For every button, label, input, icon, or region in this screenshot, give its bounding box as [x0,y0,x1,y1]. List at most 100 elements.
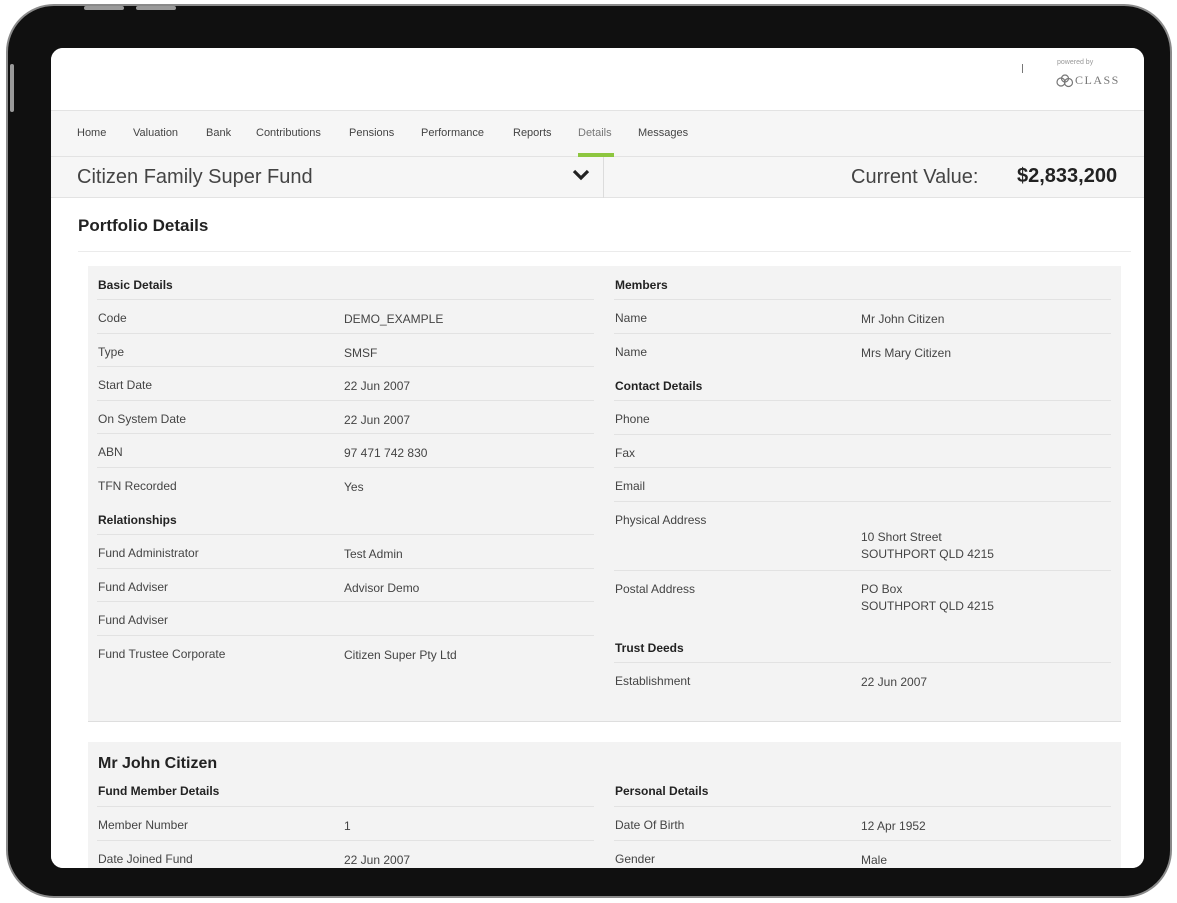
detail-row: Email [614,468,1111,502]
email-label: Email [615,479,646,493]
detail-row: Fund Adviser Advisor Demo [97,569,594,602]
row-value: Yes [344,479,364,494]
detail-row: On System Date 22 Jun 2007 [97,401,594,434]
postal-address-value: PO Box SOUTHPORT QLD 4215 [861,581,994,615]
detail-row: Type SMSF [97,334,594,367]
fund-member-details-heading: Fund Member Details [98,784,220,798]
tablet-side-button [10,64,14,112]
title-divider [78,251,1131,252]
row-label: Member Number [98,818,189,832]
nav-valuation[interactable]: Valuation [133,127,178,139]
basic-details-heading: Basic Details [98,278,173,292]
row-label: Name [615,344,648,359]
right-column: Members Name Mr John Citizen Name Mrs Mary… [614,266,1111,696]
nav-bank[interactable]: Bank [206,127,231,139]
row-value: 22 Jun 2007 [861,674,928,689]
detail-row: TFN Recorded Yes [97,468,594,502]
row-label: Date Of Birth [615,818,685,832]
current-value: $2,833,200 [1017,165,1118,187]
top-header: powered by CLASS [51,48,1144,110]
row-value: SMSF [344,345,378,360]
detail-row: Name Mr John Citizen [614,300,1111,334]
member-name: Mr John Citizen [98,755,218,772]
detail-row: Fund Administrator Test Admin [97,535,594,569]
class-logo-icon [1056,73,1074,87]
nav-contributions[interactable]: Contributions [256,127,321,139]
tablet-top-button [84,6,124,10]
row-value: DEMO_EXAMPLE [344,312,444,326]
detail-row: Code DEMO_EXAMPLE [97,300,594,334]
tablet-top-button [136,6,176,10]
row-label: Fund Administrator [98,546,199,560]
detail-row: Fax [614,435,1111,468]
fund-name: Citizen Family Super Fund [77,166,313,188]
nav-home[interactable]: Home [77,127,106,139]
nav-messages[interactable]: Messages [638,127,688,139]
physical-address-value: 10 Short Street SOUTHPORT QLD 4215 [861,529,994,563]
phone-label: Phone [615,412,650,426]
detail-row: Date Joined Fund 22 Jun 2007 [97,841,594,869]
row-label: ABN [98,445,123,459]
row-label: Fund Adviser [98,613,169,627]
detail-row: Gender Male [614,841,1111,869]
row-value: Citizen Super Pty Ltd [344,647,457,662]
row-label: Establishment [615,673,691,688]
section-heading: Basic Details [97,266,594,300]
tablet-frame: powered by CLASS Home Valuation Bank Con… [6,4,1172,898]
detail-row: Postal Address PO Box SOUTHPORT QLD 4215 [614,571,1111,629]
detail-row: Phone [614,401,1111,435]
relationships-heading: Relationships [98,513,177,527]
detail-row: Physical Address 10 Short Street SOUTHPO… [614,502,1111,571]
fax-label: Fax [615,445,636,460]
row-value: 22 Jun 2007 [344,379,411,393]
section-heading: Relationships [97,501,594,535]
address-line: SOUTHPORT QLD 4215 [861,546,994,561]
nav-details[interactable]: Details [578,127,612,139]
row-value: Mrs Mary Citizen [861,345,952,360]
row-label: TFN Recorded [98,478,177,493]
row-value: 22 Jun 2007 [344,852,411,867]
row-value: Male [861,852,888,867]
address-line: 10 Short Street [861,529,942,544]
class-logo: CLASS [1056,73,1120,88]
member-right-column: Personal Details Date Of Birth 12 Apr 195… [614,779,1111,868]
trust-deeds-heading: Trust Deeds [615,640,684,655]
row-label: Type [98,344,125,359]
row-label: Gender [615,851,656,866]
class-logo-text: CLASS [1075,73,1120,87]
detail-row: Start Date 22 Jun 2007 [97,367,594,401]
left-column: Basic Details Code DEMO_EXAMPLE Type SMSF … [97,266,594,669]
nav-reports[interactable]: Reports [513,127,552,139]
portfolio-details-panel: Basic Details Code DEMO_EXAMPLE Type SMSF … [88,266,1121,722]
header-divider [1022,64,1023,73]
row-label: Code [98,311,127,325]
detail-row: Fund Trustee Corporate Citizen Super Pty … [97,636,594,670]
main-content: Portfolio Details Basic Details Code DEMO… [51,198,1144,868]
row-value: 22 Jun 2007 [344,412,411,427]
row-label: Start Date [98,378,153,392]
row-label: On System Date [98,411,187,426]
row-label: Fund Trustee Corporate [98,646,226,661]
row-value: Mr John Citizen [861,312,945,326]
chevron-down-icon[interactable] [572,168,590,182]
fund-bar: Citizen Family Super Fund Current Value:… [51,157,1144,198]
section-heading: Contact Details [614,367,1111,401]
members-heading: Members [615,278,668,292]
nav-performance[interactable]: Performance [421,127,484,139]
section-heading: Fund Member Details [97,779,594,807]
app-screen: powered by CLASS Home Valuation Bank Con… [51,48,1144,868]
detail-row: Member Number 1 [97,807,594,841]
nav-pensions[interactable]: Pensions [349,127,394,139]
personal-details-heading: Personal Details [615,784,709,798]
row-label: Fund Adviser [98,579,169,594]
page-title: Portfolio Details [78,216,209,235]
row-label: Name [615,311,648,325]
powered-by-text: powered by [1057,59,1094,66]
section-heading: Members [614,266,1111,300]
row-value: Advisor Demo [344,580,420,595]
member-left-column: Fund Member Details Member Number 1 Date … [97,779,594,868]
main-nav: Home Valuation Bank Contributions Pensio… [51,110,1144,157]
fund-bar-divider [603,157,604,198]
row-label: Date Joined Fund [98,851,193,866]
row-value: 97 471 742 830 [344,446,428,460]
